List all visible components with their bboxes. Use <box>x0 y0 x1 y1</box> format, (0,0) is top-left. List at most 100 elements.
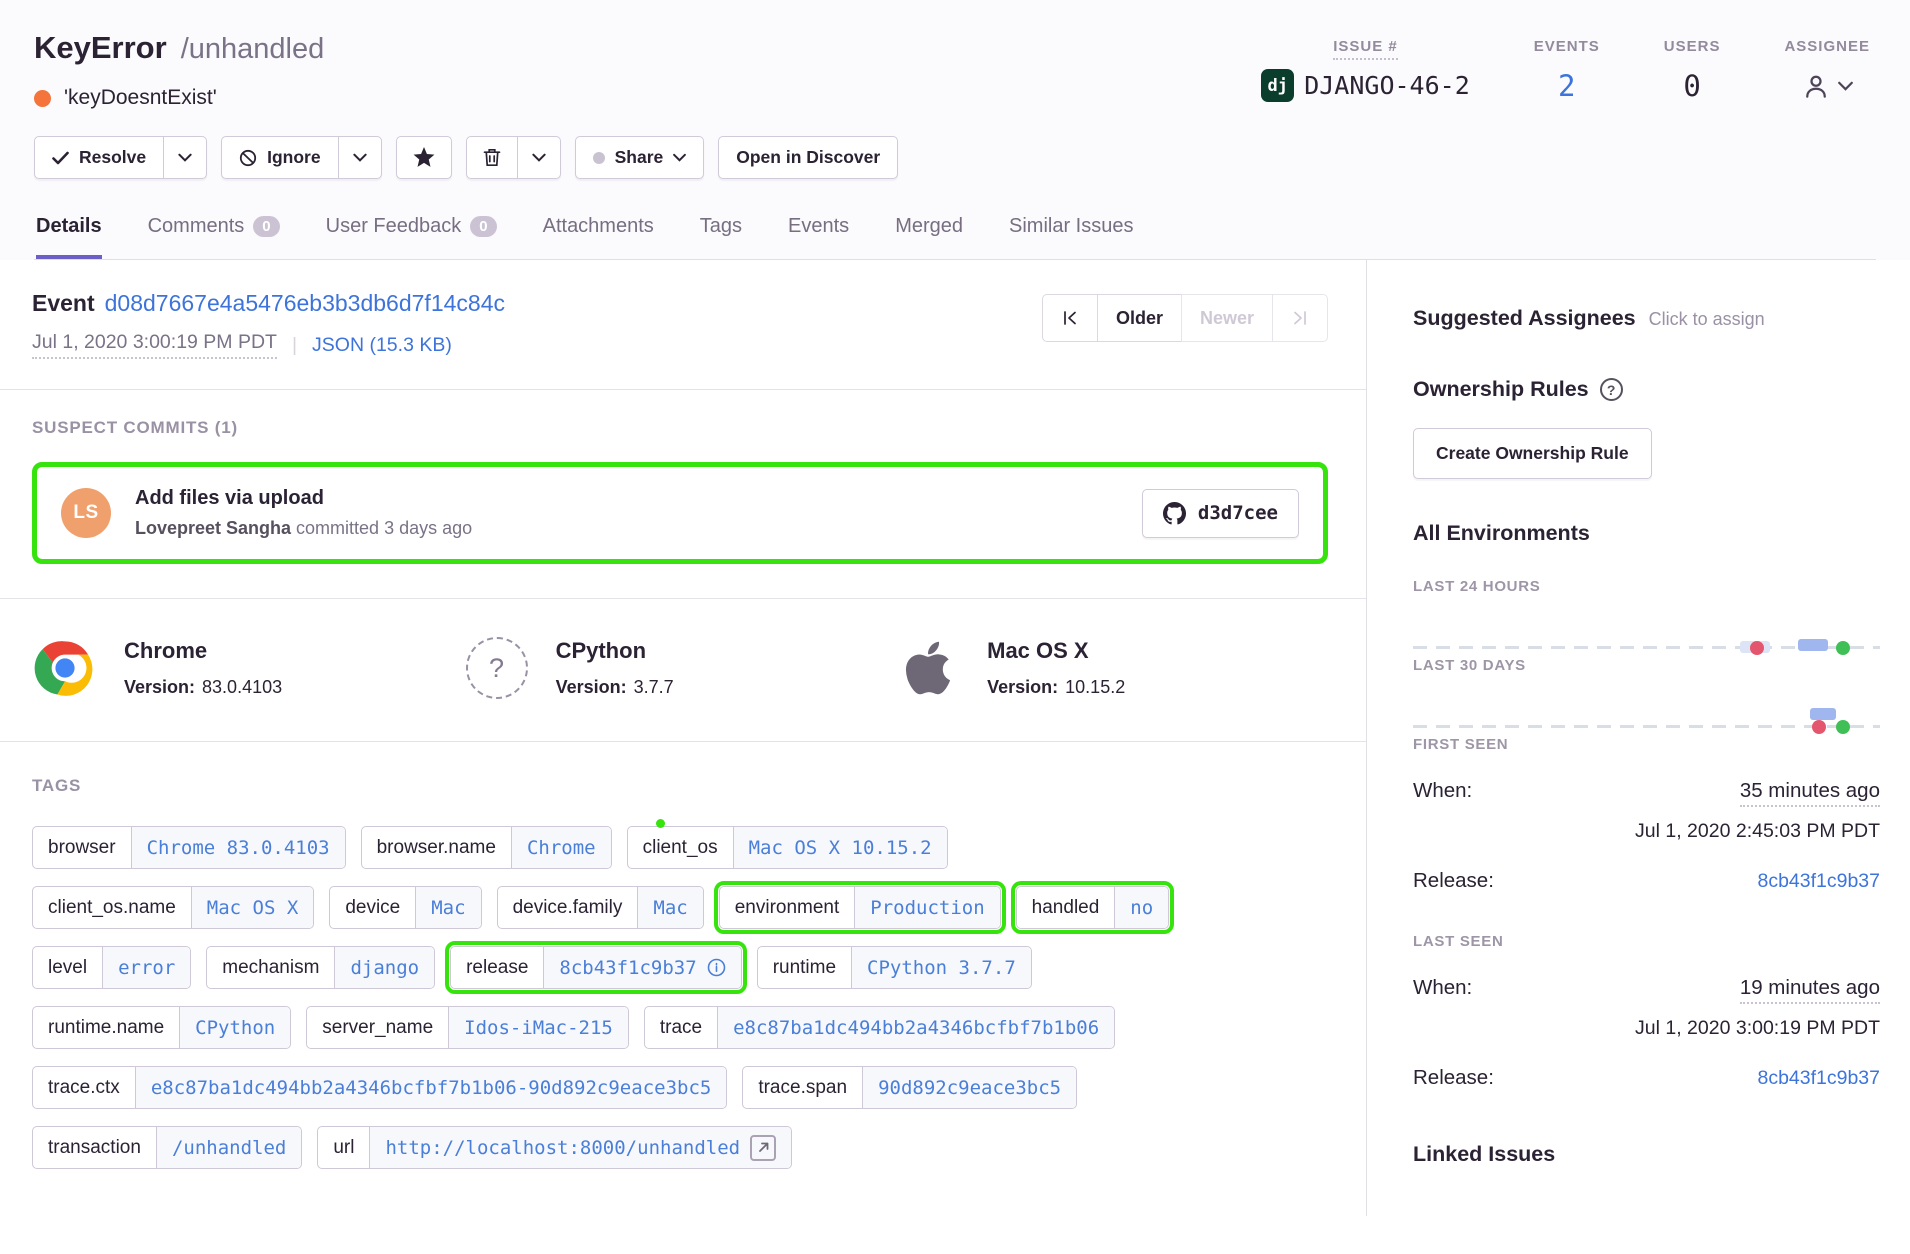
unknown-runtime-icon: ? <box>466 637 528 699</box>
first-seen-marker <box>1750 641 1764 655</box>
click-to-assign-hint: Click to assign <box>1649 309 1765 330</box>
project-icon: dj <box>1261 69 1294 102</box>
create-ownership-rule-button[interactable]: Create Ownership Rule <box>1413 428 1652 479</box>
ownership-rules-title: Ownership Rules <box>1413 377 1589 402</box>
context-os: Mac OS X Version:10.15.2 <box>895 635 1327 701</box>
tag-url: urlhttp://localhost:8000/unhandled <box>317 1126 792 1169</box>
tag-browser: browserChrome 83.0.4103 <box>32 826 346 869</box>
delete-dropdown-button[interactable] <box>518 136 561 179</box>
all-environments-title: All Environments <box>1413 521 1880 546</box>
stat-assignee: ASSIGNEE <box>1784 38 1870 103</box>
ignore-button[interactable]: Ignore <box>221 136 338 179</box>
first-seen-relative: 35 minutes ago <box>1740 779 1880 807</box>
commit-meta: committed 3 days ago <box>291 518 472 538</box>
resolve-button-group: Resolve <box>34 136 207 179</box>
new-tag-dot <box>656 819 665 828</box>
trash-icon <box>483 148 501 167</box>
first-seen-release-link[interactable]: 8cb43f1c9b37 <box>1757 870 1880 893</box>
issue-header: KeyError /unhandled 'keyDoesntExist' ISS… <box>0 0 1910 260</box>
page-last-icon <box>1292 310 1308 326</box>
last-24-hours-sparkline <box>1413 595 1880 657</box>
commit-sha-button[interactable]: d3d7cee <box>1142 489 1299 538</box>
last-seen-release-link[interactable]: 8cb43f1c9b37 <box>1757 1067 1880 1090</box>
help-icon[interactable]: ? <box>1600 378 1623 401</box>
chevron-down-icon <box>178 153 192 162</box>
suspect-commits-section: SUSPECT COMMITS (1) LS Add files via upl… <box>0 390 1366 599</box>
tags-heading: TAGS <box>32 776 1328 796</box>
event-timestamp: Jul 1, 2020 3:00:19 PM PDT <box>32 331 277 359</box>
star-icon <box>413 147 435 168</box>
user-icon <box>1801 71 1831 101</box>
tab-merged[interactable]: Merged <box>895 215 963 259</box>
issue-short-id: DJANGO-46-2 <box>1304 71 1470 100</box>
apple-logo-icon <box>903 638 953 698</box>
tags-section: TAGS browserChrome 83.0.4103 browser.nam… <box>0 742 1366 1216</box>
ignore-button-group: Ignore <box>221 136 381 179</box>
tag-client-os: client_osMac OS X 10.15.2 <box>627 826 948 869</box>
tab-attachments[interactable]: Attachments <box>543 215 654 259</box>
open-in-discover-button[interactable]: Open in Discover <box>718 136 898 179</box>
users-count[interactable]: 0 <box>1683 69 1700 103</box>
chevron-down-icon <box>532 153 546 162</box>
info-icon <box>707 958 726 977</box>
newer-event-button[interactable]: Newer <box>1181 294 1273 342</box>
event-id-link[interactable]: d08d7667e4a5476eb3b3db6d7f14c84c <box>105 290 505 316</box>
comments-count-badge: 0 <box>253 216 279 237</box>
last-30-days-label: LAST 30 DAYS <box>1413 657 1880 674</box>
tag-runtime: runtimeCPython 3.7.7 <box>757 946 1032 989</box>
tag-device: deviceMac <box>329 886 481 929</box>
oldest-event-button[interactable] <box>1042 294 1098 342</box>
last-seen-marker <box>1836 641 1850 655</box>
ignore-dropdown-button[interactable] <box>339 136 382 179</box>
last-seen-marker <box>1836 720 1850 734</box>
latest-event-button[interactable] <box>1272 294 1328 342</box>
last-seen-heading: LAST SEEN <box>1413 933 1880 950</box>
delete-button[interactable] <box>466 136 518 179</box>
tab-events[interactable]: Events <box>788 215 849 259</box>
bookmark-star-button[interactable] <box>396 136 452 179</box>
suspect-commits-heading: SUSPECT COMMITS (1) <box>32 418 1328 438</box>
event-json-link[interactable]: JSON (15.3 KB) <box>312 334 452 357</box>
chevron-down-icon <box>1838 81 1853 91</box>
tab-tags[interactable]: Tags <box>700 215 742 259</box>
tag-transaction: transaction/unhandled <box>32 1126 302 1169</box>
suggested-assignees-title: Suggested Assignees <box>1413 306 1636 331</box>
share-button[interactable]: Share <box>575 136 705 179</box>
tag-device-family: device.familyMac <box>497 886 704 929</box>
chevron-down-icon <box>353 153 367 162</box>
last-30-days-sparkline <box>1413 674 1880 736</box>
assignee-dropdown[interactable] <box>1801 71 1853 101</box>
event-pagination: Older Newer <box>1042 294 1328 342</box>
tab-user-feedback[interactable]: User Feedback0 <box>326 215 497 259</box>
tab-similar-issues[interactable]: Similar Issues <box>1009 215 1133 259</box>
page-title: KeyError <box>34 30 167 66</box>
linked-issues-title: Linked Issues <box>1413 1142 1880 1167</box>
first-seen-date: Jul 1, 2020 2:45:03 PM PDT <box>1413 820 1880 843</box>
tag-trace-span: trace.span90d892c9eace3bc5 <box>742 1066 1077 1109</box>
events-count[interactable]: 2 <box>1558 69 1575 103</box>
resolve-dropdown-button[interactable] <box>164 136 207 179</box>
tag-client-os-name: client_os.nameMac OS X <box>32 886 314 929</box>
issue-culprit: /unhandled <box>181 33 325 66</box>
tag-level: levelerror <box>32 946 191 989</box>
first-seen-heading: FIRST SEEN <box>1413 736 1880 753</box>
event-header-section: Eventd08d7667e4a5476eb3b3db6d7f14c84c Ju… <box>0 260 1366 390</box>
first-seen-marker <box>1812 720 1826 734</box>
external-link-icon[interactable] <box>750 1135 776 1161</box>
event-context-section: Chrome Version:83.0.4103 ? CPython Versi… <box>0 599 1366 742</box>
chevron-down-icon <box>673 153 686 162</box>
stat-issue-number: ISSUE # dj DJANGO-46-2 <box>1261 38 1470 103</box>
chrome-logo-icon <box>33 636 97 700</box>
suspect-commit-card: LS Add files via upload Lovepreet Sangha… <box>32 462 1328 564</box>
tag-runtime-name: runtime.nameCPython <box>32 1006 291 1049</box>
delete-button-group <box>466 136 561 179</box>
error-level-dot <box>34 90 51 107</box>
tab-details[interactable]: Details <box>36 215 102 259</box>
older-event-button[interactable]: Older <box>1097 294 1182 342</box>
spark-bar <box>1810 708 1836 720</box>
stat-users: USERS 0 <box>1664 38 1721 103</box>
tag-server-name: server_nameIdos-iMac-215 <box>306 1006 629 1049</box>
resolve-button[interactable]: Resolve <box>34 136 164 179</box>
tag-release: release8cb43f1c9b37 <box>450 946 742 989</box>
tab-comments[interactable]: Comments0 <box>148 215 280 259</box>
